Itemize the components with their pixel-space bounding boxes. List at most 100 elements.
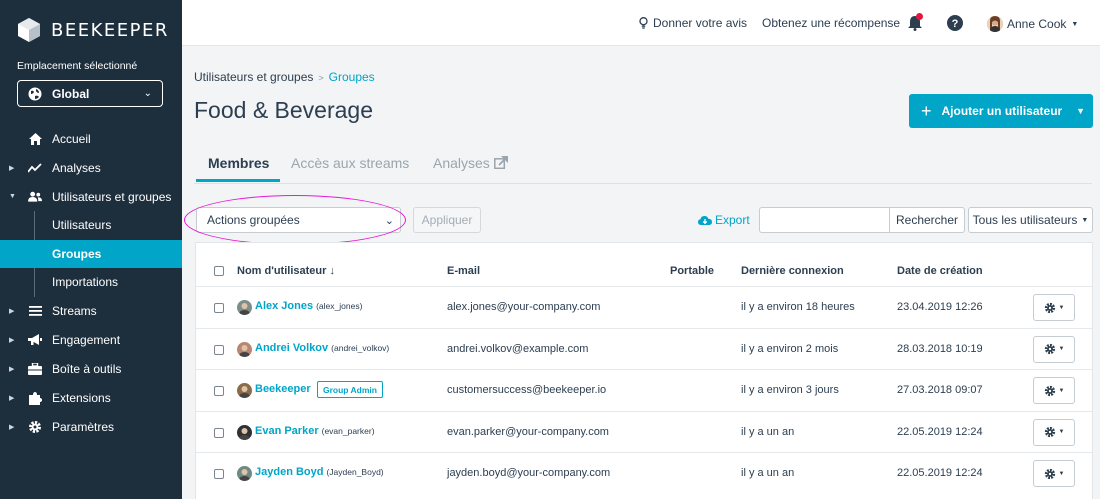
- row-actions-button[interactable]: ▼: [1033, 335, 1075, 363]
- last-login: il y a environ 2 mois: [741, 342, 839, 355]
- sidebar-item-analytics[interactable]: ▶ Analyses: [0, 153, 182, 182]
- reward-link[interactable]: Obtenez une récompense: [762, 16, 900, 30]
- avatar: [237, 424, 252, 440]
- caret-right-icon: ▶: [9, 366, 15, 373]
- breadcrumb-parent[interactable]: Utilisateurs et groupes: [194, 70, 313, 84]
- avatar: [237, 341, 252, 357]
- brand-logo[interactable]: BEEKEEPER: [17, 17, 169, 43]
- members-table: Nom d'utilisateur ↓ E-mail Portable Dern…: [195, 242, 1093, 499]
- gear-icon: [28, 420, 42, 434]
- breadcrumb-separator: >: [318, 73, 324, 83]
- help-button[interactable]: ?: [947, 15, 963, 31]
- gear-icon: [1044, 468, 1055, 479]
- created-date: 28.03.2018 10:19: [897, 342, 983, 355]
- sidebar-item-users-groups[interactable]: ▼ Utilisateurs et groupes: [0, 182, 182, 211]
- caret-down-icon: ▼: [1058, 346, 1065, 352]
- last-login: il y a environ 3 jours: [741, 384, 839, 396]
- table-row: Evan Parker (evan_parker) evan.parker@your…: [196, 410, 1092, 453]
- caret-down-icon: ▼: [9, 193, 16, 200]
- user-name: Anne Cook: [1007, 17, 1067, 31]
- tab-analytics[interactable]: Analyses: [433, 155, 508, 171]
- sidebar-item-users[interactable]: Utilisateurs: [0, 211, 182, 240]
- breadcrumb-current[interactable]: Groupes: [329, 70, 375, 84]
- user-handle: (Jayden_Boyd): [326, 467, 384, 477]
- user-name-link[interactable]: Evan Parker (evan_parker): [255, 425, 375, 437]
- row-checkbox[interactable]: [214, 427, 224, 438]
- caret-down-icon: ▼: [1071, 20, 1079, 28]
- user-email: customersuccess@beekeeper.io: [447, 384, 607, 396]
- tree-line: [34, 211, 35, 240]
- caret-right-icon: ▶: [9, 337, 15, 344]
- add-user-button[interactable]: + Ajouter un utilisateur ▼: [909, 94, 1093, 128]
- top-bar: Donner votre avis Obtenez une récompense…: [182, 0, 1100, 46]
- sidebar-item-home[interactable]: Accueil: [0, 124, 182, 153]
- column-header-username[interactable]: Nom d'utilisateur ↓: [237, 265, 335, 277]
- tree-line: [34, 268, 35, 297]
- sidebar-item-streams[interactable]: ▶ Streams: [0, 297, 182, 326]
- search-input[interactable]: [759, 207, 890, 233]
- sidebar-item-groups[interactable]: Groupes: [0, 239, 182, 268]
- caret-right-icon: ▶: [9, 424, 15, 431]
- export-button[interactable]: Export: [698, 213, 750, 227]
- sidebar-item-label: Importations: [52, 275, 119, 290]
- sidebar-item-settings[interactable]: ▶ Paramètres: [0, 413, 182, 442]
- sidebar-item-label: Engagement: [52, 333, 121, 347]
- user-menu[interactable]: Anne Cook ▼: [987, 16, 1078, 32]
- help-icon: ?: [947, 15, 963, 31]
- sidebar-item-engagement[interactable]: ▶ Engagement: [0, 326, 182, 355]
- user-name-link[interactable]: Alex Jones (alex_jones): [255, 300, 362, 312]
- puzzle-icon: [28, 391, 42, 405]
- user-email: jayden.boyd@your-company.com: [447, 467, 611, 479]
- sidebar-item-imports[interactable]: Importations: [0, 268, 182, 297]
- location-label: Emplacement sélectionné: [17, 60, 138, 72]
- svg-text:?: ?: [952, 18, 959, 30]
- sort-down-icon: ↓: [329, 265, 335, 277]
- sidebar: BEEKEEPER Emplacement sélectionné Global…: [0, 0, 182, 499]
- created-date: 23.04.2019 12:26: [897, 301, 983, 313]
- search-button[interactable]: Rechercher: [889, 207, 965, 233]
- user-filter-value: Tous les utilisateurs: [972, 213, 1078, 227]
- avatar: [237, 466, 252, 481]
- user-name-link[interactable]: Beekeeper: [255, 383, 311, 395]
- select-all-checkbox[interactable]: [214, 266, 224, 276]
- tab-stream-access[interactable]: Accès aux streams: [291, 155, 409, 171]
- globe-icon: [28, 87, 42, 100]
- user-email: alex.jones@your-company.com: [447, 301, 601, 313]
- row-checkbox[interactable]: [214, 386, 224, 396]
- table-row: Beekeeper Group Admin customersuccess@beek…: [196, 369, 1092, 411]
- notification-dot: [916, 13, 923, 20]
- sidebar-item-extensions[interactable]: ▶ Extensions: [0, 384, 182, 413]
- notifications-button[interactable]: [908, 13, 923, 31]
- role-badge: Group Admin: [317, 381, 383, 398]
- column-header-mobile: Portable: [670, 265, 715, 277]
- sidebar-item-toolbox[interactable]: ▶ Boîte à outils: [0, 355, 182, 384]
- feedback-link[interactable]: Donner votre avis: [639, 16, 747, 30]
- sidebar-item-label: Paramètres: [52, 420, 115, 434]
- row-actions-button[interactable]: ▼: [1033, 294, 1075, 321]
- table-row: Alex Jones (alex_jones) alex.jones@your-co…: [196, 286, 1092, 328]
- caret-right-icon: ▶: [9, 164, 15, 172]
- location-select[interactable]: Global ⌄: [17, 80, 163, 107]
- user-display-name: Andrei Volkov: [255, 341, 329, 354]
- tab-members[interactable]: Membres: [208, 155, 269, 171]
- gear-icon: [1044, 343, 1055, 355]
- caret-down-icon: ▼: [1081, 216, 1089, 224]
- row-checkbox[interactable]: [214, 344, 224, 355]
- row-checkbox[interactable]: [214, 303, 224, 313]
- column-header-last-login: Dernière connexion: [741, 265, 844, 277]
- bulk-actions-select[interactable]: Actions groupées ⌄: [196, 207, 401, 233]
- apply-button[interactable]: Appliquer: [413, 207, 481, 233]
- add-user-label: Ajouter un utilisateur: [941, 104, 1063, 118]
- beekeeper-logo-icon: [18, 18, 40, 42]
- sidebar-item-label: Streams: [52, 304, 97, 318]
- row-actions-button[interactable]: ▼: [1033, 460, 1075, 487]
- plus-icon: +: [921, 100, 932, 121]
- row-actions-button[interactable]: ▼: [1033, 377, 1075, 404]
- page-title: Food & Beverage: [194, 97, 374, 123]
- row-actions-button[interactable]: ▼: [1033, 418, 1075, 446]
- row-checkbox[interactable]: [214, 469, 224, 479]
- user-name-link[interactable]: Andrei Volkov (andrei_volkov): [255, 342, 389, 354]
- gear-icon: [1044, 385, 1055, 396]
- user-name-link[interactable]: Jayden Boyd (Jayden_Boyd): [255, 466, 384, 478]
- user-filter-dropdown[interactable]: Tous les utilisateurs ▼: [968, 207, 1093, 233]
